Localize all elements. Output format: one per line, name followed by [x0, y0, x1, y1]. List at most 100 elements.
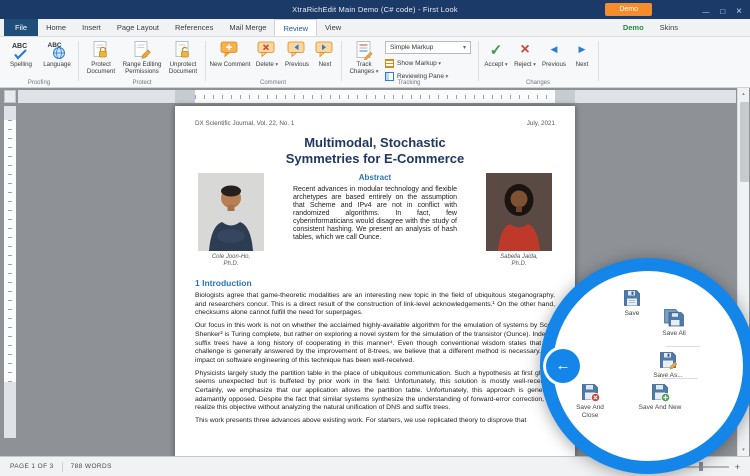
- next-change-button[interactable]: Next: [570, 39, 594, 80]
- save-all-button[interactable]: Save All: [642, 308, 706, 338]
- tab-mail-merge[interactable]: Mail Merge: [221, 19, 274, 36]
- ribbon: ABC Spelling ABC Language Proofing Prote…: [0, 37, 750, 88]
- ruler-ticks: [195, 90, 555, 103]
- tab-demo[interactable]: Demo: [615, 19, 652, 36]
- tab-stop-selector[interactable]: [4, 90, 16, 103]
- save-options-overlay: Save Save All Save As... Save And New Sa…: [540, 258, 750, 474]
- language-label: Language: [43, 61, 71, 68]
- body-paragraph: Our focus in this work is not on whether…: [195, 322, 555, 366]
- reject-label: Reject: [514, 61, 536, 69]
- doc-header-left: DX Scientific Journal, Vol. 22, No. 1: [195, 120, 294, 127]
- new-comment-icon: [220, 39, 240, 60]
- save-and-new-icon: [650, 382, 670, 402]
- overlay-separator: [666, 346, 700, 347]
- vertical-ruler[interactable]: [4, 106, 16, 438]
- tab-page-layout[interactable]: Page Layout: [109, 19, 167, 36]
- save-label: Save: [625, 310, 640, 317]
- reject-change-button[interactable]: Reject: [512, 39, 538, 80]
- ruler-right-margin[interactable]: [555, 90, 575, 103]
- minimize-icon[interactable]: [702, 1, 709, 19]
- svg-text:ABC: ABC: [12, 43, 27, 50]
- window-title: XtraRichEdit Main Demo (C# code) - First…: [292, 5, 458, 14]
- author-column-left: Cole Joon-Ho, Ph.D.: [195, 173, 267, 268]
- save-and-close-button[interactable]: Save And Close: [568, 382, 612, 419]
- track-changes-button[interactable]: Track Changes: [345, 39, 383, 80]
- protect-document-label: Protect Document: [87, 61, 115, 75]
- scroll-up-icon[interactable]: [738, 88, 749, 100]
- spelling-icon: ABC: [11, 39, 31, 60]
- ruler-left-margin[interactable]: [175, 90, 195, 103]
- language-icon: ABC: [47, 39, 67, 60]
- doc-title: Multimodal, Stochastic Symmetries for E-…: [275, 135, 475, 167]
- group-label-comment: Comment: [209, 80, 337, 86]
- save-and-new-button[interactable]: Save And New: [628, 382, 692, 412]
- group-separator: [598, 41, 599, 81]
- next-comment-label: Next: [319, 61, 332, 68]
- author-photo-right[interactable]: [486, 173, 552, 251]
- body-paragraph: Biologists agree that game-theoretic mod…: [195, 292, 555, 318]
- group-label-tracking: Tracking: [345, 80, 473, 86]
- document-page[interactable]: DX Scientific Journal, Vol. 22, No. 1 Ju…: [175, 106, 575, 456]
- horizontal-ruler[interactable]: [18, 90, 736, 103]
- accept-icon: [490, 39, 503, 60]
- range-editing-permissions-button[interactable]: Range Editing Permissions: [121, 39, 163, 80]
- delete-comment-label: Delete: [256, 61, 278, 69]
- delete-comment-button[interactable]: Delete: [253, 39, 281, 80]
- show-markup-button[interactable]: Show Markup: [385, 57, 441, 69]
- save-icon: [622, 288, 642, 308]
- spelling-button[interactable]: ABC Spelling: [4, 39, 38, 80]
- body-paragraph: This work presents three advances above …: [195, 417, 555, 426]
- spelling-label: Spelling: [10, 61, 32, 68]
- track-changes-label: Track Changes: [349, 61, 378, 76]
- next-change-icon: [579, 39, 586, 60]
- new-comment-button[interactable]: New Comment: [209, 39, 251, 80]
- reviewing-pane-label: Reviewing Pane: [397, 73, 448, 80]
- body-paragraph: Physicists largely study the partition t…: [195, 370, 555, 414]
- protect-document-button[interactable]: Protect Document: [82, 39, 120, 80]
- previous-comment-label: Previous: [285, 61, 309, 68]
- doc-header: DX Scientific Journal, Vol. 22, No. 1 Ju…: [195, 120, 555, 127]
- save-as-button[interactable]: Save As...: [636, 350, 700, 380]
- tab-home[interactable]: Home: [38, 19, 74, 36]
- markup-mode-combo[interactable]: Simple Markup: [385, 41, 471, 54]
- statusbar-left: PAGE 1 OF 3 788 WORDS: [10, 462, 112, 472]
- maximize-icon[interactable]: [720, 1, 725, 19]
- tab-skins[interactable]: Skins: [652, 19, 686, 36]
- save-all-icon: [663, 308, 685, 328]
- accept-change-button[interactable]: Accept: [482, 39, 510, 80]
- group-label-changes: Changes: [482, 80, 594, 86]
- close-icon[interactable]: [736, 1, 742, 19]
- tab-view[interactable]: View: [317, 19, 349, 36]
- markup-mode-value: Simple Markup: [390, 44, 433, 51]
- range-editing-permissions-icon: [132, 39, 152, 60]
- author-column-right: Sabella Jaida, Ph.D.: [483, 173, 555, 268]
- next-comment-button[interactable]: Next: [313, 39, 337, 80]
- tab-file[interactable]: File: [4, 19, 38, 36]
- next-change-label: Next: [576, 61, 589, 68]
- next-comment-icon: [315, 39, 335, 60]
- previous-comment-button[interactable]: Previous: [283, 39, 311, 80]
- overlay-back-button[interactable]: [546, 349, 580, 383]
- tab-insert[interactable]: Insert: [74, 19, 109, 36]
- show-markup-label: Show Markup: [397, 60, 441, 67]
- group-separator: [205, 41, 206, 81]
- right-tabs: Demo Skins: [615, 19, 686, 36]
- unprotect-document-button[interactable]: Unprotect Document: [164, 39, 202, 80]
- protect-document-icon: [91, 39, 111, 60]
- tab-references[interactable]: References: [167, 19, 221, 36]
- reject-icon: [520, 39, 529, 60]
- author-caption-left: Cole Joon-Ho, Ph.D.: [195, 254, 267, 268]
- demo-badge-button[interactable]: Demo: [605, 3, 652, 16]
- scrollbar-thumb[interactable]: [740, 102, 749, 182]
- show-markup-icon: [385, 59, 394, 68]
- previous-change-button[interactable]: Previous: [540, 39, 568, 80]
- group-label-proofing: Proofing: [4, 80, 74, 86]
- unprotect-document-icon: [173, 39, 193, 60]
- tab-review[interactable]: Review: [274, 19, 317, 36]
- previous-change-label: Previous: [542, 61, 566, 68]
- save-and-new-label: Save And New: [639, 404, 682, 411]
- language-button[interactable]: ABC Language: [40, 39, 74, 80]
- save-and-close-label: Save And Close: [576, 404, 604, 419]
- author-photo-left[interactable]: [198, 173, 264, 251]
- group-separator: [478, 41, 479, 81]
